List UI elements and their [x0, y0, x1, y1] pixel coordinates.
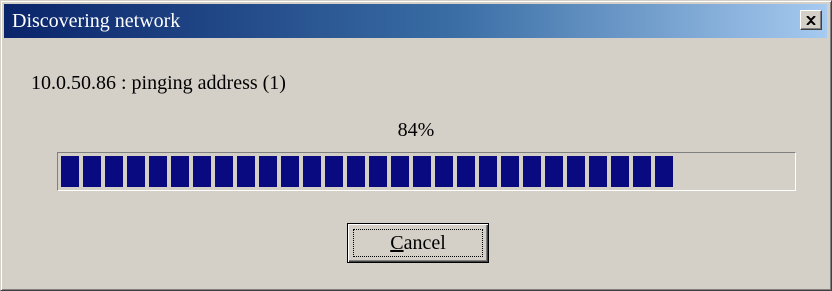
- progress-percent: 84%: [397, 119, 435, 141]
- cancel-focus-rect: Cancel: [353, 229, 483, 257]
- close-icon: [806, 15, 816, 25]
- close-button[interactable]: [800, 10, 822, 30]
- dialog-window: Discovering network 10.0.50.86 : pinging…: [0, 0, 832, 291]
- cancel-label-rest: ancel: [403, 231, 446, 254]
- progress-fill: [61, 156, 676, 187]
- cancel-mnemonic: C: [390, 231, 404, 254]
- title-bar[interactable]: Discovering network: [4, 4, 827, 38]
- cancel-button[interactable]: Cancel: [347, 223, 489, 263]
- status-text: 10.0.50.86 : pinging address (1): [31, 72, 286, 94]
- progress-bar: [57, 152, 796, 191]
- cancel-button-label: Cancel: [390, 232, 446, 255]
- window-title: Discovering network: [12, 10, 181, 32]
